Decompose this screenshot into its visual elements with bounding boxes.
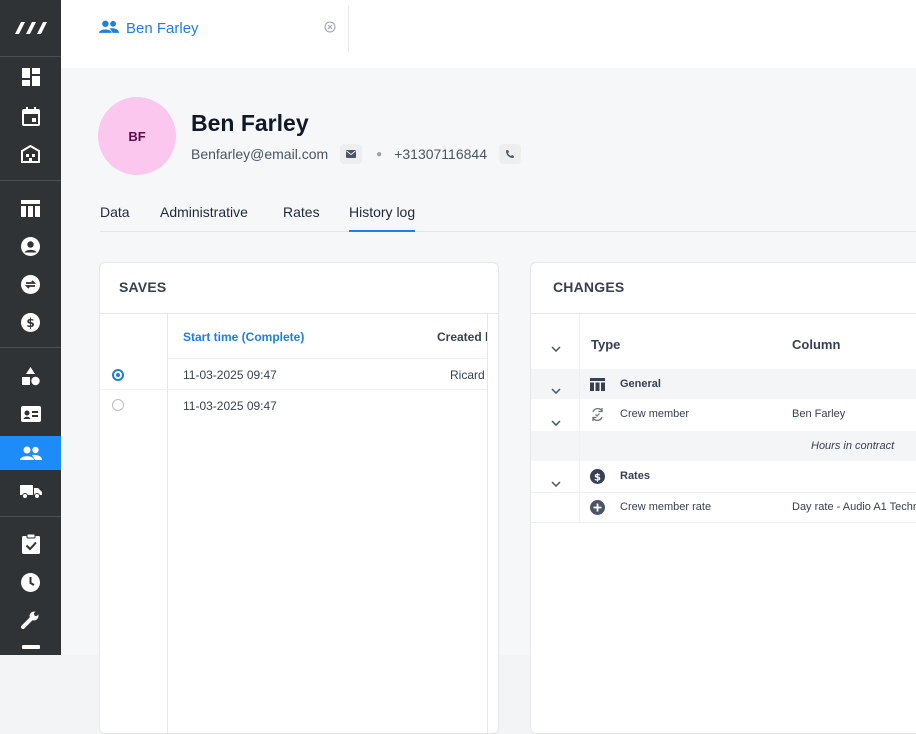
sync-icon <box>590 407 605 427</box>
tab-data[interactable]: Data <box>100 204 130 230</box>
change-type: Crew member rate <box>620 501 712 513</box>
saves-panel: SAVES Start time (Complete) Created b 11… <box>99 262 499 734</box>
tab-history-log[interactable]: History log <box>349 204 416 232</box>
open-tab-ben-farley[interactable]: Ben Farley <box>61 0 349 60</box>
warehouse-icon[interactable] <box>0 137 61 171</box>
profile-tabs: Data Administrative Rates History log <box>100 204 916 232</box>
exchange-icon[interactable] <box>0 267 61 301</box>
saves-title: SAVES <box>119 279 167 295</box>
change-type: Crew member <box>620 408 690 420</box>
tab-rates[interactable]: Rates <box>283 204 320 230</box>
save-row-radio[interactable] <box>112 399 124 411</box>
contact-icon[interactable] <box>0 229 61 263</box>
changes-panel: CHANGES Type Column General Crew member … <box>530 262 916 734</box>
changes-title: CHANGES <box>553 279 625 295</box>
wrench-icon[interactable] <box>0 603 61 637</box>
mail-icon <box>346 150 357 158</box>
chevron-down-icon[interactable] <box>551 339 561 357</box>
column-header-start-time[interactable]: Start time (Complete) <box>183 330 304 344</box>
email-text: Benfarley@email.com <box>191 146 329 162</box>
close-icon[interactable] <box>324 20 336 38</box>
top-tab-bar: Ben Farley <box>61 0 916 68</box>
change-column: Ben Farley <box>792 408 846 420</box>
save-row-created-by: Ricard <box>450 368 485 382</box>
column-header-type[interactable]: Type <box>591 337 620 352</box>
save-row-radio[interactable] <box>112 369 124 381</box>
more-icon[interactable] <box>0 641 61 655</box>
separator-dot: ● <box>376 148 383 160</box>
crew-icon <box>99 20 119 38</box>
svg-text:$: $ <box>26 316 34 330</box>
tab-administrative[interactable]: Administrative <box>160 204 248 230</box>
save-row-start-time: 11-03-2025 09:47 <box>183 368 277 382</box>
finance-icon[interactable]: $ <box>0 305 61 339</box>
avatar: BF <box>98 97 176 175</box>
group-row-general[interactable]: General <box>531 369 916 399</box>
clock-icon[interactable] <box>0 565 61 599</box>
column-header-column[interactable]: Column <box>792 337 840 352</box>
table-icon <box>590 378 605 396</box>
group-label: General <box>620 378 661 390</box>
truck-icon[interactable] <box>0 474 61 508</box>
change-column: Day rate - Audio A1 Techni <box>792 501 916 513</box>
plus-circle-icon <box>590 500 605 520</box>
sidebar: $ <box>0 0 61 655</box>
chevron-down-icon[interactable] <box>551 413 561 431</box>
phone-text: +31307116844 <box>394 146 487 162</box>
open-tab-label: Ben Farley <box>126 20 199 37</box>
person-name: Ben Farley <box>191 110 309 136</box>
app-logo[interactable] <box>0 0 61 56</box>
phone-button[interactable] <box>499 144 521 164</box>
save-row-start-time: 11-03-2025 09:47 <box>183 399 277 413</box>
phone-icon <box>506 150 514 158</box>
change-detail-row: Hours in contract <box>531 431 916 461</box>
email-button[interactable] <box>340 144 363 164</box>
crew-icon[interactable] <box>0 436 61 470</box>
chevron-down-icon[interactable] <box>551 381 561 399</box>
change-detail-column: Hours in contract <box>811 440 895 452</box>
calendar-icon[interactable] <box>0 99 61 133</box>
group-label: Rates <box>620 470 650 482</box>
shapes-icon[interactable] <box>0 359 61 393</box>
dollar-icon: $ <box>590 469 605 489</box>
table-view-icon[interactable] <box>0 191 61 225</box>
dashboard-icon[interactable] <box>0 60 61 94</box>
column-header-created-by[interactable]: Created b <box>437 330 487 344</box>
id-card-icon[interactable] <box>0 397 61 431</box>
main-content: BF Ben Farley Benfarley@email.com ● +313… <box>61 68 916 734</box>
svg-text:$: $ <box>594 473 601 484</box>
chevron-down-icon[interactable] <box>551 474 561 492</box>
clipboard-check-icon[interactable] <box>0 527 61 561</box>
contact-row: Benfarley@email.com ● +31307116844 <box>191 144 521 164</box>
